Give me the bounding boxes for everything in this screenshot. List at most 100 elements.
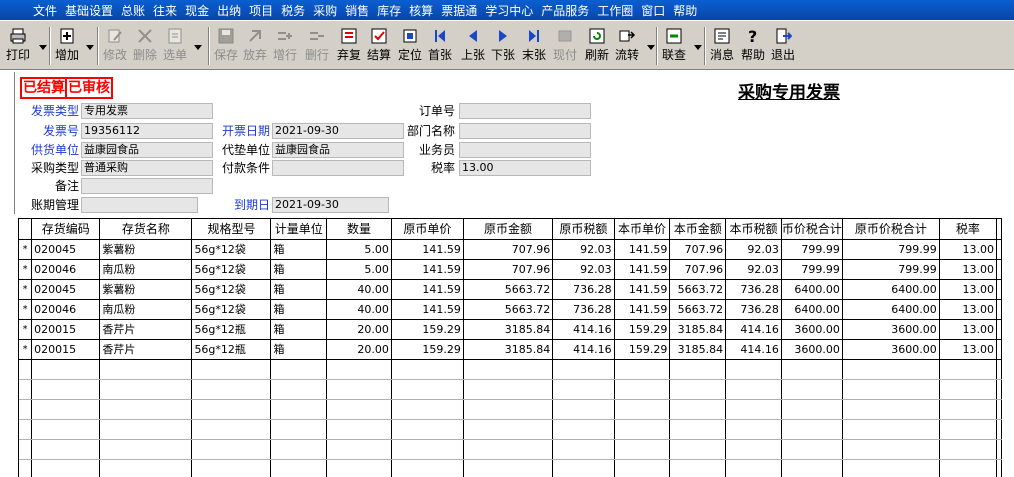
empty-cell[interactable]	[781, 419, 843, 440]
toolbar-button-16[interactable]: 现付	[551, 27, 579, 67]
empty-cell[interactable]	[270, 379, 328, 400]
menu-item-13[interactable]: 学习中心	[485, 2, 533, 19]
table-cell[interactable]: 020015	[31, 319, 101, 340]
menu-item-2[interactable]: 总账	[121, 2, 145, 19]
empty-cell[interactable]	[614, 359, 671, 380]
menu-item-16[interactable]: 窗口	[641, 2, 665, 19]
table-cell[interactable]: 6400.00	[781, 279, 843, 300]
empty-cell[interactable]	[552, 379, 615, 400]
table-cell[interactable]: 56g*12瓶	[191, 319, 272, 340]
table-cell[interactable]: 020046	[31, 259, 101, 280]
empty-cell[interactable]	[842, 399, 940, 420]
empty-cell[interactable]	[19, 439, 33, 460]
table-cell[interactable]: 5663.72	[463, 279, 554, 300]
table-cell[interactable]: 3600.00	[781, 319, 843, 340]
table-cell[interactable]: 020045	[31, 279, 101, 300]
empty-cell[interactable]	[31, 459, 101, 477]
invoice-no-field[interactable]: 19356112	[81, 123, 213, 139]
toolbar-button-17[interactable]: 刷新	[583, 27, 611, 67]
empty-cell[interactable]	[842, 359, 940, 380]
table-cell[interactable]: 707.96	[463, 259, 554, 280]
toolbar-button-4[interactable]: 选单	[161, 27, 189, 67]
invoice-detail-grid[interactable]: 存货编码 存货名称 规格型号 计量单位 数量 原币单价 原币金额 原币税额 本币单价 本币金额 本币…	[18, 218, 1002, 477]
table-cell[interactable]: 736.28	[552, 279, 615, 300]
empty-cell[interactable]	[842, 439, 940, 460]
table-cell[interactable]: 707.96	[669, 259, 727, 280]
supplier-field[interactable]: 益康园食品	[81, 142, 213, 158]
table-cell[interactable]: 159.29	[614, 319, 671, 340]
empty-cell[interactable]	[31, 439, 101, 460]
empty-table-row[interactable]	[19, 419, 1002, 440]
table-cell[interactable]: 414.16	[552, 319, 615, 340]
empty-cell[interactable]	[191, 439, 272, 460]
table-cell[interactable]: 3185.84	[669, 319, 727, 340]
empty-cell[interactable]	[939, 359, 998, 380]
table-cell[interactable]: 56g*12袋	[191, 239, 272, 260]
toolbar-button-10[interactable]: 结算	[365, 27, 393, 67]
empty-cell[interactable]	[669, 419, 727, 440]
table-cell[interactable]: 799.99	[781, 259, 843, 280]
empty-cell[interactable]	[552, 399, 615, 420]
table-cell[interactable]: 5663.72	[463, 299, 554, 320]
empty-cell[interactable]	[669, 399, 727, 420]
table-row[interactable]: * 020046 南瓜粉 56g*12袋箱 5.00 141.59 707.96 92.03 1…	[19, 259, 1002, 280]
table-cell[interactable]: 141.59	[391, 259, 464, 280]
table-cell[interactable]: 020015	[31, 339, 101, 360]
table-cell[interactable]: 紫薯粉	[99, 239, 193, 260]
table-cell[interactable]: 13.00	[939, 239, 998, 260]
empty-cell[interactable]	[99, 419, 193, 440]
empty-cell[interactable]	[99, 359, 193, 380]
column-header[interactable]: 原币税额	[552, 219, 615, 240]
toolbar-button-9[interactable]: 弃复	[335, 27, 363, 67]
empty-cell[interactable]	[463, 459, 554, 477]
table-cell[interactable]: 6400.00	[781, 299, 843, 320]
empty-table-row[interactable]	[19, 379, 1002, 400]
empty-cell[interactable]	[781, 459, 843, 477]
table-cell[interactable]: 141.59	[614, 299, 671, 320]
empty-cell[interactable]	[669, 439, 727, 460]
empty-cell[interactable]	[191, 379, 272, 400]
table-row[interactable]: * 020015 香芹片 56g*12瓶箱 20.00 159.29 3185.84 414.…	[19, 339, 1002, 360]
table-cell[interactable]: 799.99	[842, 259, 940, 280]
empty-cell[interactable]	[996, 379, 1002, 400]
table-cell[interactable]: 141.59	[391, 299, 464, 320]
empty-table-row[interactable]	[19, 359, 1002, 380]
table-cell[interactable]: 707.96	[463, 239, 554, 260]
toolbar-button-20[interactable]: 消息	[708, 27, 736, 67]
table-cell[interactable]: 414.16	[725, 319, 782, 340]
empty-cell[interactable]	[614, 439, 671, 460]
toolbar-button-5[interactable]: 保存	[212, 27, 240, 67]
table-cell[interactable]: 736.28	[725, 279, 782, 300]
toolbar-button-7[interactable]: 增行	[271, 27, 299, 67]
empty-cell[interactable]	[552, 439, 615, 460]
column-header[interactable]: 数量	[326, 219, 392, 240]
empty-cell[interactable]	[191, 459, 272, 477]
table-cell[interactable]: 141.59	[614, 259, 671, 280]
table-cell[interactable]: 3600.00	[842, 339, 940, 360]
table-cell[interactable]: 736.28	[552, 299, 615, 320]
empty-cell[interactable]	[463, 439, 554, 460]
table-cell[interactable]: 141.59	[614, 239, 671, 260]
table-cell[interactable]: 5.00	[326, 259, 392, 280]
table-cell[interactable]: 141.59	[614, 279, 671, 300]
menu-item-0[interactable]: 文件	[33, 2, 57, 19]
table-cell[interactable]: 6400.00	[842, 299, 940, 320]
table-cell[interactable]: 92.03	[725, 239, 782, 260]
table-cell[interactable]: 3185.84	[463, 339, 554, 360]
empty-cell[interactable]	[391, 359, 464, 380]
empty-cell[interactable]	[391, 439, 464, 460]
column-header[interactable]: 本币单价	[614, 219, 671, 240]
empty-cell[interactable]	[326, 439, 392, 460]
column-header[interactable]: 计量单位	[270, 219, 328, 240]
empty-cell[interactable]	[270, 399, 328, 420]
empty-cell[interactable]	[552, 419, 615, 440]
table-cell[interactable]: 13.00	[939, 279, 998, 300]
empty-cell[interactable]	[326, 419, 392, 440]
table-cell[interactable]: 6400.00	[842, 279, 940, 300]
toolbar-button-11[interactable]: 定位	[396, 27, 424, 67]
empty-cell[interactable]	[191, 359, 272, 380]
toolbar-button-3[interactable]: 删除	[131, 27, 159, 67]
toolbar-button-13[interactable]: 上张	[459, 27, 487, 67]
toolbar-dropdown-arrow-icon[interactable]	[84, 35, 96, 59]
menu-item-6[interactable]: 项目	[249, 2, 273, 19]
